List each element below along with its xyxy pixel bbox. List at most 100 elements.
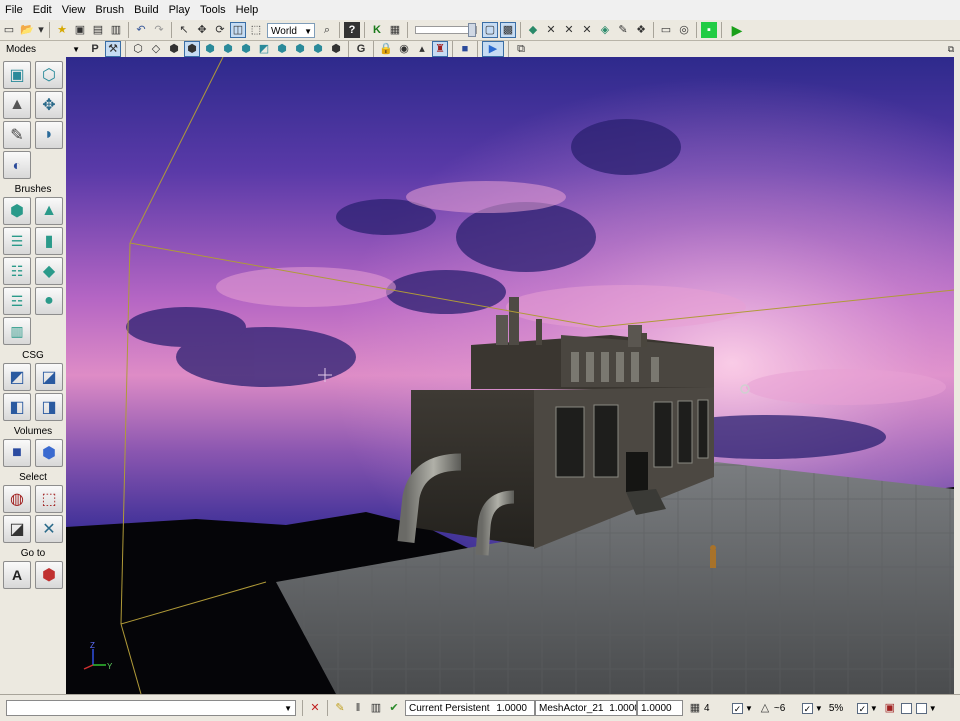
sphere-brush-button[interactable]: ● [35,287,63,315]
play-in-viewport-icon[interactable]: ▪ [701,22,717,38]
new-file-icon[interactable]: ▭ [1,22,17,38]
kismet-icon[interactable]: ? [344,22,360,38]
chevron-down-icon[interactable]: ▼ [870,704,878,713]
brush-wireframe-icon[interactable]: ⬡ [130,41,146,57]
streaming-icon[interactable]: ♜ [432,41,448,57]
columns-icon[interactable]: ▥ [368,700,384,716]
detail-lighting-icon[interactable]: ⬢ [202,41,218,57]
terrain-mode-button[interactable]: ▲ [3,91,31,119]
cube-brush-button[interactable]: ⬢ [3,197,31,225]
menu-play[interactable]: Play [164,4,195,16]
drag-value-field[interactable]: 1.0000 [637,700,683,716]
grid-size-value[interactable]: 4 [704,703,730,714]
rotate-icon[interactable]: ⟳ [212,22,228,38]
volume-options-button[interactable]: ⬢ [35,439,63,467]
scale-snap-value[interactable]: 5% [829,703,855,714]
grid-snap-checkbox[interactable]: ✓ [732,702,743,714]
select-arrow-icon[interactable]: ↖ [176,22,192,38]
lighting-only-icon[interactable]: ⬢ [220,41,236,57]
lock-icon[interactable]: 🔒 [378,41,394,57]
select-touching-button[interactable]: ⬚ [35,485,63,513]
maximize-viewport-icon[interactable]: ■ [457,41,473,57]
chevron-down-icon[interactable]: ▼ [72,45,80,54]
rotation-snap-value[interactable]: ~6 [774,703,800,714]
save-icon[interactable]: ▣ [72,22,88,38]
lit-icon[interactable]: ⬢ [184,41,200,57]
menu-help[interactable]: Help [231,4,264,16]
option-checkbox[interactable] [915,702,927,714]
collision-icon[interactable]: ⬢ [328,41,344,57]
build-lighting-icon[interactable]: ✕ [543,22,559,38]
save-copy-icon[interactable]: ▥ [108,22,124,38]
landscape-mode-button[interactable]: ◐ [3,151,31,179]
favorite-star-icon[interactable]: ★ [54,22,70,38]
dropdown-arrow-icon[interactable]: ▾ [37,22,45,38]
goto-actor-button[interactable]: A [3,561,31,589]
mesh-paint-mode-button[interactable]: ◗ [35,121,63,149]
wireframe-icon[interactable]: ◇ [148,41,164,57]
translate-icon[interactable]: ✥ [194,22,210,38]
move-mode-button[interactable]: ✥ [35,91,63,119]
coordinate-system-select[interactable]: World ▼ [267,22,315,38]
select-inside-button[interactable]: ◍ [3,485,31,513]
csg-subtract-button[interactable]: ◪ [35,363,63,391]
volumetric-brush-button[interactable]: ▥ [3,317,31,345]
deselect-button[interactable]: ✕ [35,515,63,543]
linear-stair-brush-button[interactable]: ☷ [3,257,31,285]
camera-mode-button[interactable]: ▣ [3,61,31,89]
grid-snap-icon[interactable]: ▩ [500,22,516,38]
viewport-options-icon[interactable]: ⧉ [513,41,529,57]
cone-brush-button[interactable]: ▲ [35,197,63,225]
menu-file[interactable]: File [0,4,28,16]
csg-add-button[interactable]: ◩ [3,363,31,391]
record-icon[interactable]: ▴ [414,41,430,57]
build-cover-icon[interactable]: ✕ [579,22,595,38]
scale-snap-checkbox[interactable]: ✓ [856,702,868,714]
drag-grid-icon[interactable]: ✕ [307,700,323,716]
unlit-icon[interactable]: ⬢ [166,41,182,57]
scene-render[interactable]: Z Y [66,57,954,694]
goto-builder-brush-button[interactable]: ⬢ [35,561,63,589]
csg-intersect-button[interactable]: ◧ [3,393,31,421]
chevron-down-icon[interactable]: ▼ [815,704,823,713]
autosave-icon[interactable]: ▣ [882,700,898,716]
level-status-icon[interactable]: ✔ [386,700,402,716]
open-folder-icon[interactable]: 📂 [19,22,35,38]
perspective-icon[interactable]: P [87,41,103,57]
select-all-button[interactable]: ◪ [3,515,31,543]
monitor-icon[interactable]: ▭ [658,22,674,38]
shader-complexity-icon[interactable]: ⬢ [274,41,290,57]
chevron-down-icon[interactable]: ▼ [929,704,937,713]
search-icon[interactable]: ◎ [676,22,692,38]
build-options-icon[interactable]: ✎ [615,22,631,38]
scale-nonuniform-icon[interactable]: ⬚ [248,22,264,38]
eye-icon[interactable]: ◉ [396,41,412,57]
light-complexity-icon[interactable]: ⬢ [238,41,254,57]
build-paths-icon[interactable]: ✕ [561,22,577,38]
lightmap-density-icon[interactable]: ⬢ [292,41,308,57]
csg-deintersect-button[interactable]: ◨ [35,393,63,421]
play-here-icon[interactable]: ▶ [482,41,504,57]
rotation-snap-icon[interactable]: △ [757,700,773,716]
pause-icon[interactable]: ‖ [350,700,366,716]
grid-size-icon[interactable]: ▦ [687,700,703,716]
autosave-checkbox[interactable] [900,702,912,714]
lighting-quality-icon[interactable]: ❖ [633,22,649,38]
binoculars-icon[interactable]: ⌕ [319,22,335,38]
texture-mode-button[interactable]: ✎ [3,121,31,149]
add-volume-button[interactable]: ■ [3,439,31,467]
spiral-stair-brush-button[interactable]: ☲ [3,287,31,315]
build-all-icon[interactable]: ◈ [597,22,613,38]
command-input[interactable]: ▼ [6,700,296,716]
geometry-mode-button[interactable]: ⬡ [35,61,63,89]
sheet-brush-button[interactable]: ◆ [35,257,63,285]
chevron-down-icon[interactable]: ▼ [284,701,292,715]
save-all-icon[interactable]: ▤ [90,22,106,38]
content-browser-icon[interactable]: ▦ [387,22,403,38]
curved-stair-brush-button[interactable]: ☰ [3,227,31,255]
menu-view[interactable]: View [57,4,91,16]
texture-density-icon[interactable]: ◩ [256,41,272,57]
cylinder-brush-button[interactable]: ▮ [35,227,63,255]
menu-edit[interactable]: Edit [28,4,57,16]
player-start-figure[interactable] [710,550,716,568]
